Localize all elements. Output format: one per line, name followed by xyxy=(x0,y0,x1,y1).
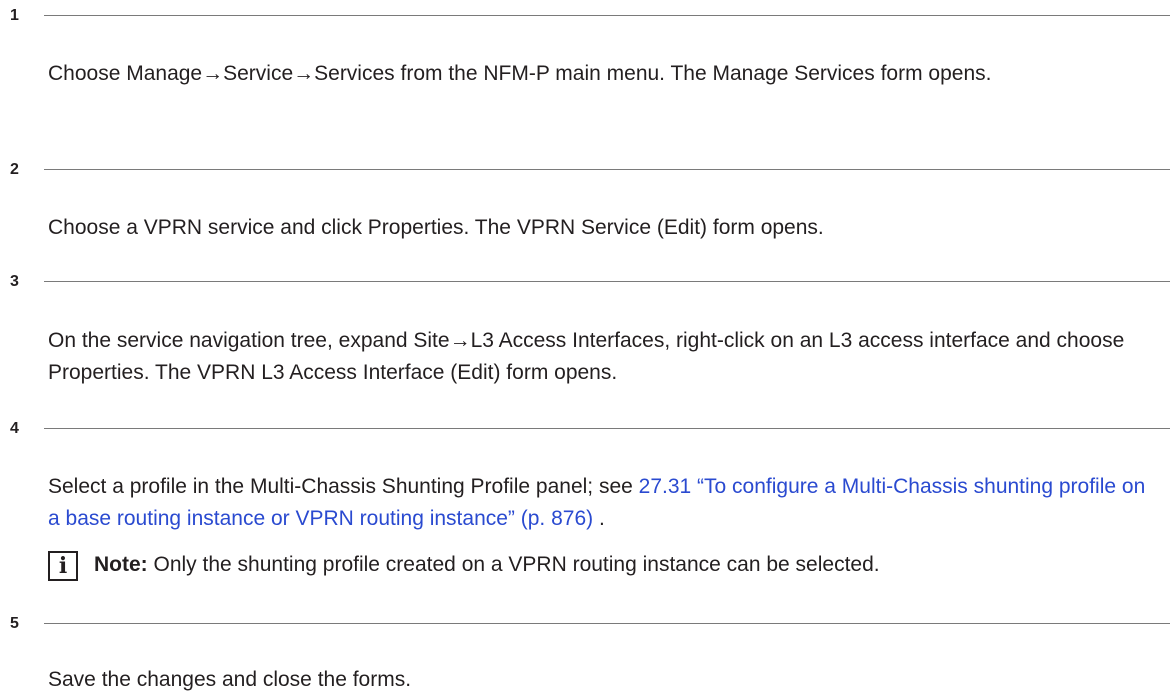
step-divider xyxy=(44,15,1170,16)
note-body: Only the shunting profile created on a V… xyxy=(147,553,880,576)
note-label: Note: xyxy=(94,553,148,576)
step-1-header: 1 xyxy=(0,4,1170,28)
procedure-document: 1 Choose Manage→Service→Services from th… xyxy=(0,0,1170,698)
step-2-text: Choose a VPRN service and click Properti… xyxy=(48,216,824,239)
step-1-text: Choose Manage→Service→Services from the … xyxy=(48,62,992,85)
step-divider xyxy=(44,623,1170,624)
step-number: 4 xyxy=(10,420,19,437)
step-5-header: 5 xyxy=(0,612,1170,636)
step-number: 5 xyxy=(10,615,19,632)
step-number: 2 xyxy=(10,161,19,178)
step-2-header: 2 xyxy=(0,158,1170,182)
step-4-text-after: . xyxy=(593,507,605,530)
step-3-header: 3 xyxy=(0,270,1170,294)
step-divider xyxy=(44,428,1170,429)
info-icon: i xyxy=(48,551,78,581)
note-box: i Note: Only the shunting profile create… xyxy=(48,551,1158,587)
step-number: 1 xyxy=(10,7,19,24)
note-text: Note: Only the shunting profile created … xyxy=(94,549,880,581)
step-divider xyxy=(44,169,1170,170)
step-3-text: On the service navigation tree, expand S… xyxy=(48,329,1125,384)
step-4-text: Select a profile in the Multi-Chassis Sh… xyxy=(48,471,1158,535)
step-number: 3 xyxy=(10,273,19,290)
step-4-text-before: Select a profile in the Multi-Chassis Sh… xyxy=(48,475,639,498)
step-5-text: Save the changes and close the forms. xyxy=(48,668,412,691)
step-4-header: 4 xyxy=(0,417,1170,441)
step-divider xyxy=(44,281,1170,282)
